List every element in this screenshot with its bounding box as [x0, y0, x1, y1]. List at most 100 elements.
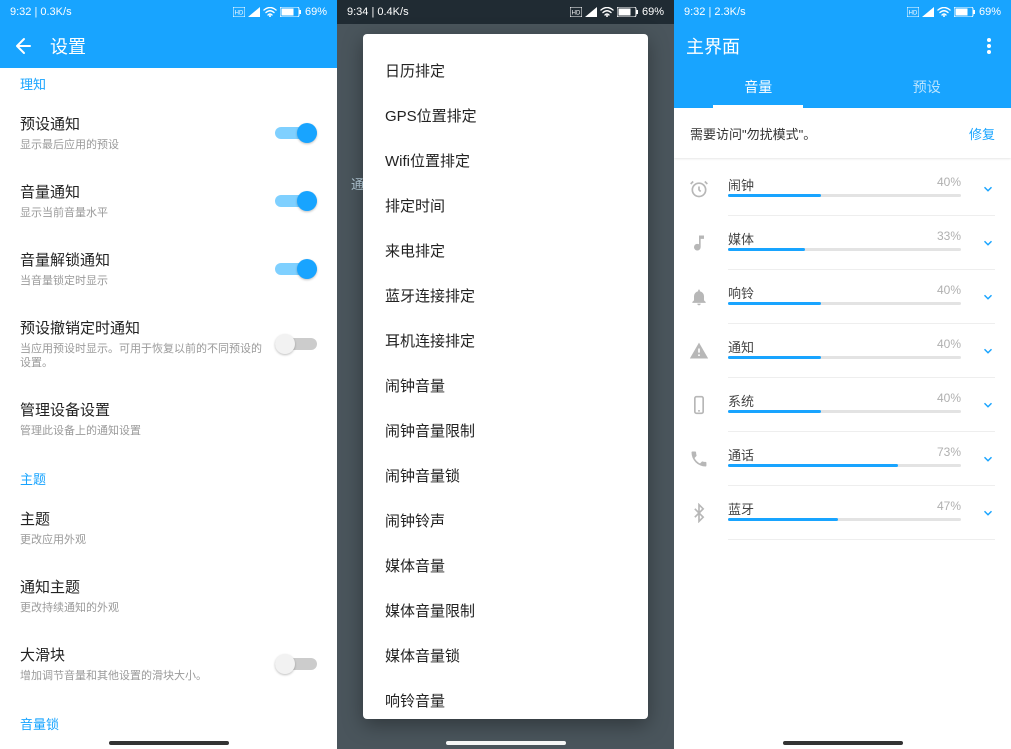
settings-row-title: 预设通知: [20, 113, 265, 134]
settings-row[interactable]: 音量解锁通知 当音量锁定时显示: [0, 235, 337, 303]
settings-row-text: 音量解锁通知 当音量锁定时显示: [20, 249, 275, 289]
slider-percent: 33%: [937, 229, 961, 243]
volume-slider-row: 蓝牙 47%: [674, 486, 1011, 540]
appbar-title: 主界面: [686, 33, 740, 59]
menu-item[interactable]: Wifi位置排定: [363, 138, 648, 183]
settings-row[interactable]: 预设通知 显示最后应用的预设: [0, 99, 337, 167]
settings-row[interactable]: 预设撤销定时通知 当应用预设时显示。可用于恢复以前的不同预设的设置。: [0, 303, 337, 386]
category-theme: 主题: [0, 453, 337, 494]
volume-slider[interactable]: 通话 73%: [728, 449, 961, 469]
settings-row-text: 音量通知 显示当前音量水平: [20, 181, 275, 221]
settings-row-title: 音量解锁通知: [20, 249, 265, 270]
expand-button[interactable]: [981, 344, 995, 358]
menu-item[interactable]: 排定时间: [363, 183, 648, 228]
tabs: 音量 预设: [674, 68, 1011, 108]
slider-fill: [728, 464, 898, 467]
hd-icon: HD: [907, 7, 919, 17]
appbar-title: 设置: [50, 33, 86, 59]
volume-slider[interactable]: 系统 40%: [728, 395, 961, 415]
menu-item[interactable]: 闹钟铃声: [363, 498, 648, 543]
home-indicator: [446, 741, 566, 745]
expand-button[interactable]: [981, 182, 995, 196]
status-time: 9:34 | 0.4K/s: [347, 6, 409, 18]
tab-label: 预设: [913, 79, 941, 95]
menu-item[interactable]: 闹钟音量限制: [363, 408, 648, 453]
menu-item[interactable]: 媒体音量限制: [363, 588, 648, 633]
call-icon: [688, 448, 710, 470]
warn-icon: [688, 340, 710, 362]
settings-row[interactable]: 通知主题 更改持续通知的外观: [0, 562, 337, 630]
menu-item[interactable]: 媒体音量锁: [363, 633, 648, 678]
volume-slider[interactable]: 媒体 33%: [728, 233, 961, 253]
menu-item[interactable]: 响铃音量: [363, 678, 648, 719]
settings-row[interactable]: 管理设备设置 管理此设备上的通知设置: [0, 385, 337, 453]
status-bar: 9:34 | 0.4K/s HD 69%: [337, 0, 674, 24]
expand-button[interactable]: [981, 236, 995, 250]
slider-percent: 40%: [937, 283, 961, 297]
toggle-switch[interactable]: [275, 258, 317, 280]
toggle-switch[interactable]: [275, 190, 317, 212]
svg-text:HD: HD: [909, 11, 918, 17]
expand-button[interactable]: [981, 290, 995, 304]
settings-row-subtitle: 更改持续通知的外观: [20, 601, 307, 616]
menu-item[interactable]: 闹钟音量: [363, 363, 648, 408]
hd-icon: HD: [233, 7, 245, 17]
menu-item[interactable]: 耳机连接排定: [363, 318, 648, 363]
menu-item[interactable]: GPS位置排定: [363, 93, 648, 138]
tab-volume[interactable]: 音量: [674, 68, 843, 108]
expand-button[interactable]: [981, 506, 995, 520]
slider-label: 响铃: [728, 283, 754, 302]
battery-text: 69%: [979, 6, 1001, 18]
wifi-icon: [600, 7, 614, 17]
volume-slider[interactable]: 通知 40%: [728, 341, 961, 361]
battery-text: 69%: [305, 6, 327, 18]
settings-row-subtitle: 当音量锁定时显示: [20, 274, 265, 289]
appbar: 设置: [0, 24, 337, 68]
overflow-menu-button[interactable]: [979, 38, 999, 54]
svg-text:HD: HD: [235, 11, 244, 17]
battery-text: 69%: [642, 6, 664, 18]
settings-row-title: 管理设备设置: [20, 399, 307, 420]
menu-item[interactable]: 闹钟音量锁: [363, 453, 648, 498]
slider-fill: [728, 194, 821, 197]
settings-row-subtitle: 管理此设备上的通知设置: [20, 424, 307, 439]
toggle-switch[interactable]: [275, 653, 317, 675]
back-button[interactable]: [12, 36, 32, 56]
volume-slider-row: 通话 73%: [674, 432, 1011, 486]
settings-row-subtitle: 当应用预设时显示。可用于恢复以前的不同预设的设置。: [20, 342, 265, 372]
slider-fill: [728, 302, 821, 305]
settings-row-title: 音量通知: [20, 181, 265, 202]
slider-fill: [728, 518, 838, 521]
menu-item[interactable]: 媒体音量: [363, 543, 648, 588]
settings-row-text: 管理设备设置 管理此设备上的通知设置: [20, 399, 317, 439]
settings-row-text: 通知主题 更改持续通知的外观: [20, 576, 317, 616]
settings-row[interactable]: 音量通知 显示当前音量水平: [0, 167, 337, 235]
slider-percent: 40%: [937, 175, 961, 189]
expand-button[interactable]: [981, 452, 995, 466]
settings-row-subtitle: 显示当前音量水平: [20, 206, 265, 221]
category-lock: 音量锁: [0, 698, 337, 739]
volume-slider[interactable]: 闹钟 40%: [728, 179, 961, 199]
banner-fix-button[interactable]: 修复: [969, 124, 995, 143]
settings-pane: 9:32 | 0.3K/s HD 69% 设置 理知 预设通知 显示最后应用的预…: [0, 0, 337, 749]
slider-label: 系统: [728, 391, 754, 410]
settings-row[interactable]: 大滑块 增加调节音量和其他设置的滑块大小。: [0, 630, 337, 698]
menu-item[interactable]: 来电排定: [363, 228, 648, 273]
settings-row-title: 通知主题: [20, 576, 307, 597]
hd-icon: HD: [570, 7, 582, 17]
menu-item[interactable]: 日历排定: [363, 48, 648, 93]
settings-row[interactable]: 主题 更改应用外观: [0, 494, 337, 562]
volume-slider[interactable]: 蓝牙 47%: [728, 503, 961, 523]
toggle-switch[interactable]: [275, 122, 317, 144]
slider-percent: 73%: [937, 445, 961, 459]
toggle-switch[interactable]: [275, 333, 317, 355]
settings-row-subtitle: 更改应用外观: [20, 533, 307, 548]
category-label-clipped: 理知: [0, 68, 337, 99]
expand-button[interactable]: [981, 398, 995, 412]
settings-row-subtitle: 显示最后应用的预设: [20, 138, 265, 153]
status-time: 9:32 | 0.3K/s: [10, 6, 72, 18]
tab-preset[interactable]: 预设: [843, 68, 1011, 108]
menu-item[interactable]: 蓝牙连接排定: [363, 273, 648, 318]
volume-slider[interactable]: 响铃 40%: [728, 287, 961, 307]
volume-slider-row: 媒体 33%: [674, 216, 1011, 270]
